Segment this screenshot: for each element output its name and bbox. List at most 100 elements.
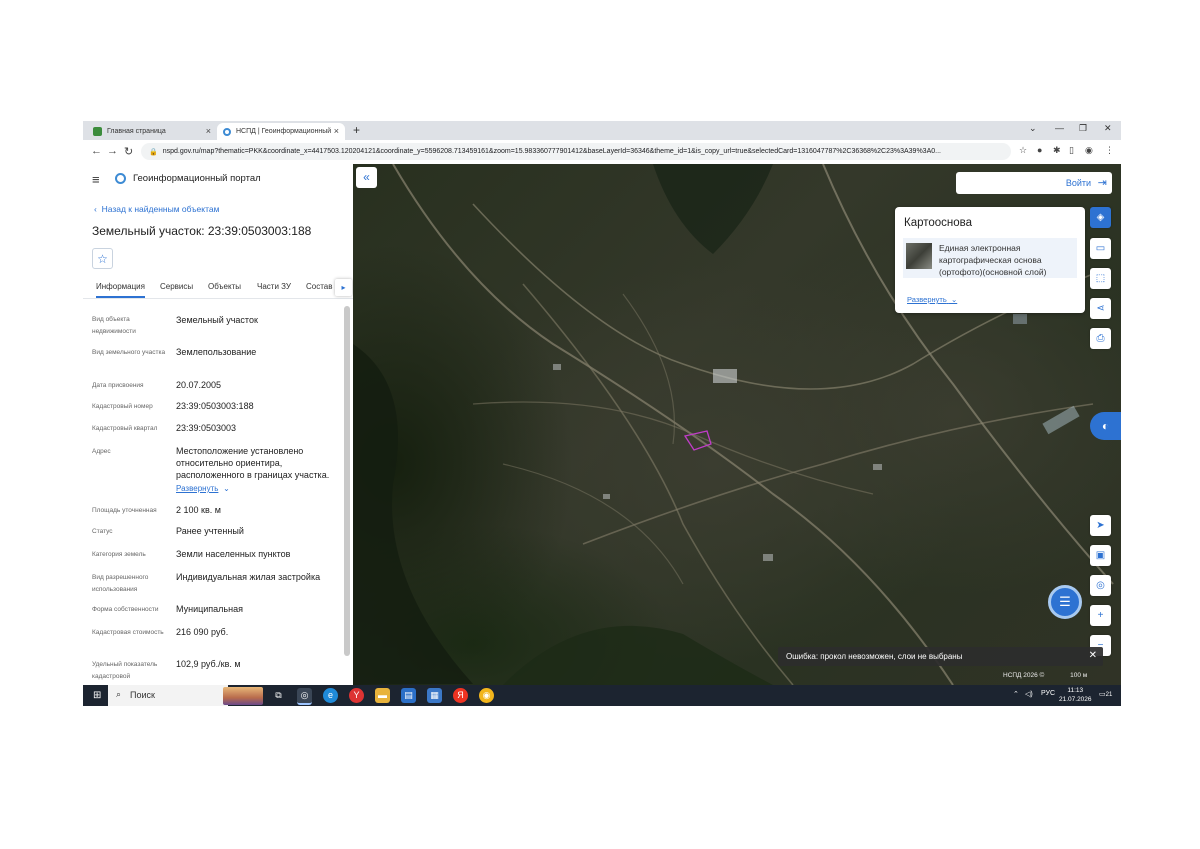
expand-label: Развернуть: [176, 484, 219, 493]
attr-label: Форма собственности: [92, 606, 159, 613]
clock[interactable]: 11:13 21.07.2026: [1059, 686, 1092, 704]
object-info-panel: ≡ Геоинформационный портал ‹ Назад к най…: [83, 164, 353, 685]
map-footer: НСПД 2026 © 100 м: [1003, 672, 1087, 679]
layers-button[interactable]: ◈: [1090, 207, 1111, 228]
print-button[interactable]: ⎙: [1090, 328, 1111, 349]
minimize-icon[interactable]: —: [1055, 123, 1064, 133]
minimap-button[interactable]: ▣: [1090, 545, 1111, 566]
tab-search-icon[interactable]: ⌄: [1029, 123, 1037, 134]
lock-icon: 🔒: [149, 148, 158, 156]
tab-parts[interactable]: Части ЗУ: [257, 282, 291, 291]
tab-information[interactable]: Информация: [96, 282, 145, 298]
notifications-icon[interactable]: ▭21: [1099, 690, 1112, 698]
url-text: nspd.gov.ru/map?thematic=PKK&coordinate_…: [162, 148, 941, 155]
basemap-item[interactable]: Единая электронная картографическая осно…: [903, 238, 1077, 278]
copyright-text: НСПД 2026 ©: [1003, 672, 1045, 679]
panel-scrollbar[interactable]: [344, 306, 350, 656]
attr-value: Местоположение установлено относительно …: [176, 446, 330, 480]
attr-label: Вид объекта недвижимости: [92, 316, 136, 335]
browser-tab-home[interactable]: Главная страница ×: [87, 123, 217, 140]
login-label: Войти: [1065, 178, 1091, 188]
chrome-app-icon[interactable]: ◎: [297, 688, 312, 705]
share-button[interactable]: ⋖: [1090, 298, 1111, 319]
layers-icon: ◈: [1096, 212, 1105, 223]
reload-icon[interactable]: ↻: [124, 145, 133, 158]
double-chevron-left-icon: «: [363, 170, 370, 184]
expand-label: Развернуть: [907, 295, 947, 304]
edge-icon[interactable]: e: [323, 688, 338, 703]
chevron-down-icon: ⌄: [948, 295, 958, 304]
basemap-title: Картооснова: [904, 217, 973, 229]
profile-icon[interactable]: ◉: [1085, 145, 1093, 156]
plus-icon: +: [1097, 610, 1104, 621]
collapse-panel-button[interactable]: «: [356, 167, 377, 188]
taskbar-search[interactable]: ⌕ Поиск: [108, 685, 228, 706]
login-button[interactable]: Войти ⇥: [956, 172, 1112, 194]
extension-icon[interactable]: ●: [1037, 145, 1042, 155]
tray-chevron-icon[interactable]: ⌃: [1013, 690, 1019, 698]
attr-label: Площадь уточненная: [92, 507, 157, 514]
attr-label: Кадастровая стоимость: [92, 629, 164, 636]
maximize-icon[interactable]: ❐: [1079, 123, 1087, 134]
search-highlight-image: [223, 687, 263, 705]
portal-logo-icon: [115, 173, 126, 184]
address-expand-link[interactable]: Развернуть ⌄: [176, 482, 346, 495]
search-icon: ⌕: [116, 689, 122, 699]
language-indicator[interactable]: РУС: [1041, 690, 1055, 697]
date: 21.07.2026: [1059, 696, 1092, 703]
chat-icon: ☰: [1059, 594, 1071, 609]
zoom-in-button[interactable]: +: [1090, 605, 1111, 626]
app-icon[interactable]: ▦: [427, 688, 442, 703]
sidebar-icon[interactable]: ▯: [1069, 145, 1074, 156]
menu-dots-icon[interactable]: ⋮: [1105, 145, 1114, 156]
file-explorer-icon[interactable]: ▬: [375, 688, 390, 703]
forward-icon[interactable]: →: [107, 145, 118, 157]
portal-name[interactable]: Геоинформационный портал: [133, 173, 261, 184]
windows-taskbar: ⊞ ⌕ Поиск ⧉ ◎ e Y ▬ ▤ ▦ Я ◉ ⌃ ◁) РУС 11:…: [83, 685, 1121, 706]
browser-tab-nspd[interactable]: НСПД | Геоинформационный ×: [217, 123, 345, 140]
attr-label: Статус: [92, 528, 113, 535]
tab-objects[interactable]: Объекты: [208, 282, 241, 291]
geolocation-button[interactable]: ➤: [1090, 515, 1111, 536]
tab-services[interactable]: Сервисы: [160, 282, 193, 291]
attr-label: Вид земельного участка: [92, 349, 166, 356]
close-window-icon[interactable]: ✕: [1104, 123, 1112, 134]
basemap-expand-link[interactable]: Развернуть ⌄: [907, 295, 957, 304]
locate-button[interactable]: ◎: [1090, 575, 1111, 596]
measure-button[interactable]: ▭: [1090, 238, 1111, 259]
share-icon: ⋖: [1096, 303, 1105, 314]
task-view-icon[interactable]: ⧉: [271, 688, 286, 703]
error-message: Ошибка: прокол невозможен, слои не выбра…: [786, 652, 963, 661]
search-label: Поиск: [130, 690, 155, 700]
favorite-button[interactable]: ☆: [92, 248, 113, 269]
yandex-browser-icon[interactable]: Y: [349, 688, 364, 703]
tab-composition[interactable]: Состав: [306, 282, 333, 291]
select-area-button[interactable]: ⬚: [1090, 268, 1111, 289]
attr-value: Земли населенных пунктов: [176, 549, 291, 559]
map-view[interactable]: « Войти ⇥ Картооснова Единая электронная…: [353, 164, 1121, 685]
back-icon[interactable]: ←: [91, 145, 102, 157]
tabs-scroll-right-icon[interactable]: ▸: [335, 279, 352, 296]
close-icon[interactable]: ✕: [1089, 650, 1097, 661]
yandex-icon[interactable]: Я: [453, 688, 468, 703]
volume-icon[interactable]: ◁): [1025, 690, 1033, 698]
scale-label: 100 м: [1070, 672, 1088, 679]
tab-close-icon[interactable]: ×: [334, 126, 339, 136]
new-tab-icon[interactable]: +: [353, 123, 360, 137]
attr-label: Вид разрешенного использования: [92, 574, 149, 593]
tab-close-icon[interactable]: ×: [206, 126, 211, 136]
star-bookmark-icon[interactable]: ☆: [1019, 145, 1027, 156]
chrome-icon[interactable]: ◉: [479, 688, 494, 703]
chat-button[interactable]: ☰: [1048, 585, 1082, 619]
windows-start-icon[interactable]: ⊞: [93, 690, 101, 701]
page-title: Земельный участок: 23:39:0503003:188: [92, 224, 312, 238]
back-to-results-link[interactable]: ‹ Назад к найденным объектам: [94, 204, 219, 214]
assistant-tab[interactable]: ◐: [1090, 412, 1121, 440]
attr-value: Муниципальная: [176, 604, 243, 614]
puzzle-icon[interactable]: ✱: [1053, 145, 1061, 156]
address-bar[interactable]: 🔒 nspd.gov.ru/map?thematic=PKK&coordinat…: [141, 143, 1011, 160]
hamburger-menu-icon[interactable]: ≡: [92, 172, 100, 187]
store-icon[interactable]: ▤: [401, 688, 416, 703]
attr-label: Дата присвоения: [92, 382, 144, 389]
screen: Главная страница × НСПД | Геоинформацион…: [83, 121, 1121, 706]
